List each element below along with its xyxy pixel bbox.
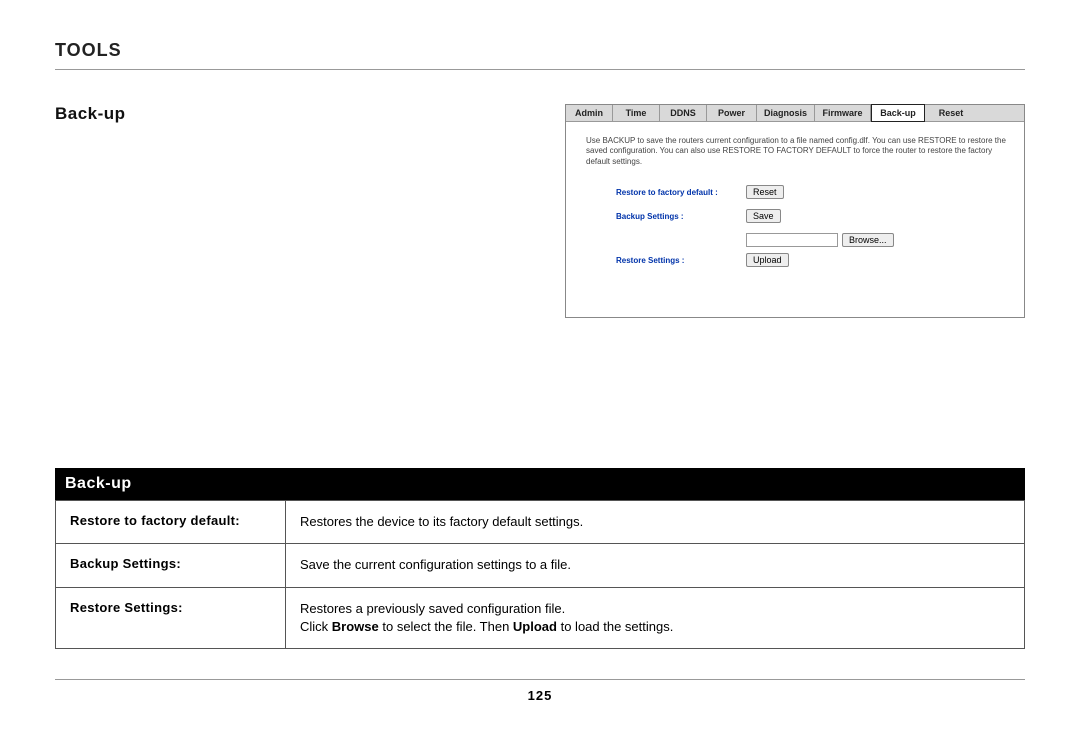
table-header: Back-up [55, 468, 1025, 500]
title-divider [55, 69, 1025, 70]
bold-browse: Browse [332, 619, 379, 634]
table-row: Backup Settings: Save the current config… [56, 544, 1025, 587]
tab-firmware[interactable]: Firmware [815, 105, 871, 121]
restore-line1: Restores a previously saved configuratio… [300, 601, 565, 616]
router-panel: Admin Time DDNS Power Diagnosis Firmware… [565, 104, 1025, 318]
tab-bar: Admin Time DDNS Power Diagnosis Firmware… [566, 105, 1024, 122]
reset-button[interactable]: Reset [746, 185, 784, 199]
panel-description: Use BACKUP to save the routers current c… [586, 136, 1008, 167]
spacer [55, 368, 1025, 468]
tab-time[interactable]: Time [613, 105, 660, 121]
save-button[interactable]: Save [746, 209, 781, 223]
tab-ddns[interactable]: DDNS [660, 105, 707, 121]
tab-admin[interactable]: Admin [566, 105, 613, 121]
footer-divider [55, 679, 1025, 680]
cell-label: Restore Settings: [56, 587, 286, 648]
label-backup: Backup Settings : [616, 212, 746, 221]
table-row: Restore to factory default: Restores the… [56, 501, 1025, 544]
page-number: 125 [55, 688, 1025, 703]
cell-label: Restore to factory default: [56, 501, 286, 544]
cell-label: Backup Settings: [56, 544, 286, 587]
upload-button[interactable]: Upload [746, 253, 789, 267]
tab-reset[interactable]: Reset [925, 105, 977, 121]
table-row: Restore Settings: Restores a previously … [56, 587, 1025, 648]
section-row: Back-up Admin Time DDNS Power Diagnosis … [55, 104, 1025, 318]
file-path-input[interactable] [746, 233, 838, 247]
cell-text: Save the current configuration settings … [286, 544, 1025, 587]
bold-upload: Upload [513, 619, 557, 634]
page-title: TOOLS [55, 40, 1025, 69]
restore-line2-a: Click [300, 619, 332, 634]
row-restore-file: Browse... [586, 233, 1008, 247]
row-restore-default: Restore to factory default : Reset [586, 185, 1008, 199]
browse-button[interactable]: Browse... [842, 233, 894, 247]
label-restore-default: Restore to factory default : [616, 188, 746, 197]
panel-body: Use BACKUP to save the routers current c… [566, 122, 1024, 317]
section-title: Back-up [55, 104, 535, 124]
tab-backup[interactable]: Back-up [871, 104, 925, 122]
label-restore: Restore Settings : [616, 256, 746, 265]
cell-text: Restores the device to its factory defau… [286, 501, 1025, 544]
tab-power[interactable]: Power [707, 105, 757, 121]
tab-diagnosis[interactable]: Diagnosis [757, 105, 815, 121]
cell-text: Restores a previously saved configuratio… [286, 587, 1025, 648]
description-table: Back-up Restore to factory default: Rest… [55, 468, 1025, 649]
row-restore: Restore Settings : Upload [586, 253, 1008, 267]
restore-line2-b: to select the file. Then [379, 619, 513, 634]
restore-line2-c: to load the settings. [557, 619, 673, 634]
row-backup: Backup Settings : Save [586, 209, 1008, 223]
